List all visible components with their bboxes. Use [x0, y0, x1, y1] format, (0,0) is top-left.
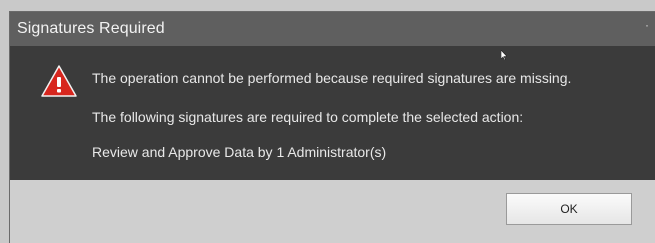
required-signature-item: Review and Approve Data by 1 Administrat…: [92, 144, 387, 160]
dialog-title-bar[interactable]: Signatures Required ·: [10, 12, 655, 46]
ok-button[interactable]: OK: [506, 193, 632, 225]
dialog-title: Signatures Required: [17, 20, 165, 37]
dialog-content: The operation cannot be performed becaus…: [10, 46, 655, 180]
dialog-footer: OK: [10, 180, 655, 243]
error-message: The operation cannot be performed becaus…: [92, 70, 572, 86]
signatures-required-dialog: Signatures Required · The operation cann…: [10, 12, 655, 243]
mouse-cursor-icon: [501, 50, 507, 60]
warning-icon: [41, 65, 77, 97]
required-signatures-message: The following signatures are required to…: [92, 109, 524, 125]
close-icon[interactable]: ·: [645, 18, 649, 32]
